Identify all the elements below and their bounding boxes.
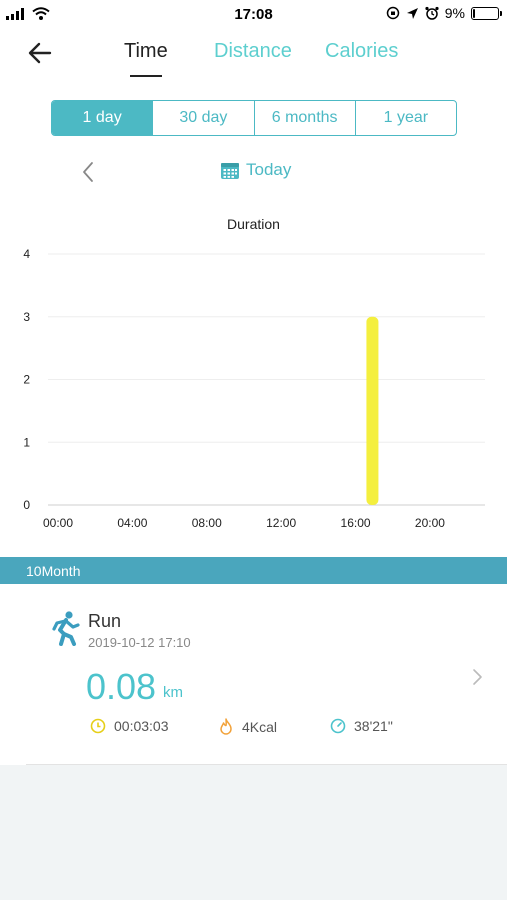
calories-stat: 4Kcal: [218, 718, 277, 735]
chart-plot: 0 1 2 3 4 00:00 04:00 08:00 12:00 16:00 20:00: [23, 247, 485, 530]
previous-day-chevron-icon[interactable]: [76, 158, 100, 186]
today-button[interactable]: Today: [220, 160, 291, 180]
y-tick-label: 0: [23, 498, 30, 512]
distance-unit: km: [163, 684, 183, 701]
x-tick-label: 04:00: [117, 516, 147, 530]
pace-stat: 38'21": [330, 718, 393, 734]
x-tick-label: 16:00: [341, 516, 371, 530]
battery-icon: [471, 6, 502, 20]
chevron-right-icon: [473, 669, 482, 685]
empty-list-area: [0, 765, 507, 900]
x-tick-label: 20:00: [415, 516, 445, 530]
clock-icon: [90, 718, 106, 734]
top-nav: Time Distance Calories: [0, 28, 507, 80]
pace-value: 38'21": [354, 718, 393, 734]
duration-chart: Duration 0 1 2 3 4 00:00 04:00 08:00 12:00 16:00 2…: [0, 208, 507, 538]
activity-distance: 0.08: [86, 666, 157, 707]
battery-level: [473, 8, 475, 18]
duration-stat: 00:03:03: [90, 718, 169, 734]
activity-name: Run: [88, 611, 122, 631]
speedometer-icon: [330, 718, 346, 734]
month-section-header: 10Month: [0, 557, 507, 584]
flame-icon: [220, 718, 232, 735]
y-tick-label: 3: [23, 310, 30, 324]
back-arrow-icon[interactable]: [26, 38, 56, 68]
range-1-day[interactable]: 1 day: [52, 101, 154, 135]
today-label: Today: [246, 160, 292, 179]
y-tick-label: 2: [23, 373, 30, 387]
status-bar: 17:08 9%: [0, 0, 507, 28]
duration-bar: [366, 316, 379, 505]
activity-datetime: 2019-10-12 17:10: [88, 635, 191, 650]
calories-value: 4Kcal: [242, 718, 278, 735]
active-tab-indicator: [130, 75, 162, 77]
status-right: 9%: [386, 5, 502, 21]
tab-time[interactable]: Time: [124, 40, 168, 63]
x-tick-label: 08:00: [192, 516, 222, 530]
running-person-icon: [52, 611, 80, 646]
range-1-year[interactable]: 1 year: [356, 101, 456, 135]
range-6-months[interactable]: 6 months: [255, 101, 356, 135]
workout-record[interactable]: Run 2019-10-12 17:10 0.08 km 00:03:03 4K…: [0, 584, 507, 764]
duration-value: 00:03:03: [114, 718, 169, 734]
tab-distance[interactable]: Distance: [214, 40, 292, 63]
location-icon: [406, 7, 418, 19]
date-navigation: Today: [0, 156, 507, 188]
y-tick-label: 4: [23, 247, 30, 261]
x-tick-label: 00:00: [43, 516, 73, 530]
y-tick-label: 1: [23, 435, 30, 449]
calendar-icon: [221, 162, 239, 179]
range-selector: 1 day 30 day 6 months 1 year: [51, 100, 457, 136]
tab-calories[interactable]: Calories: [325, 40, 398, 63]
range-30-day[interactable]: 30 day: [153, 101, 255, 135]
rotation-lock-icon: [386, 6, 400, 20]
x-tick-label: 12:00: [266, 516, 296, 530]
alarm-icon: [425, 6, 439, 20]
battery-percent: 9%: [444, 5, 465, 21]
